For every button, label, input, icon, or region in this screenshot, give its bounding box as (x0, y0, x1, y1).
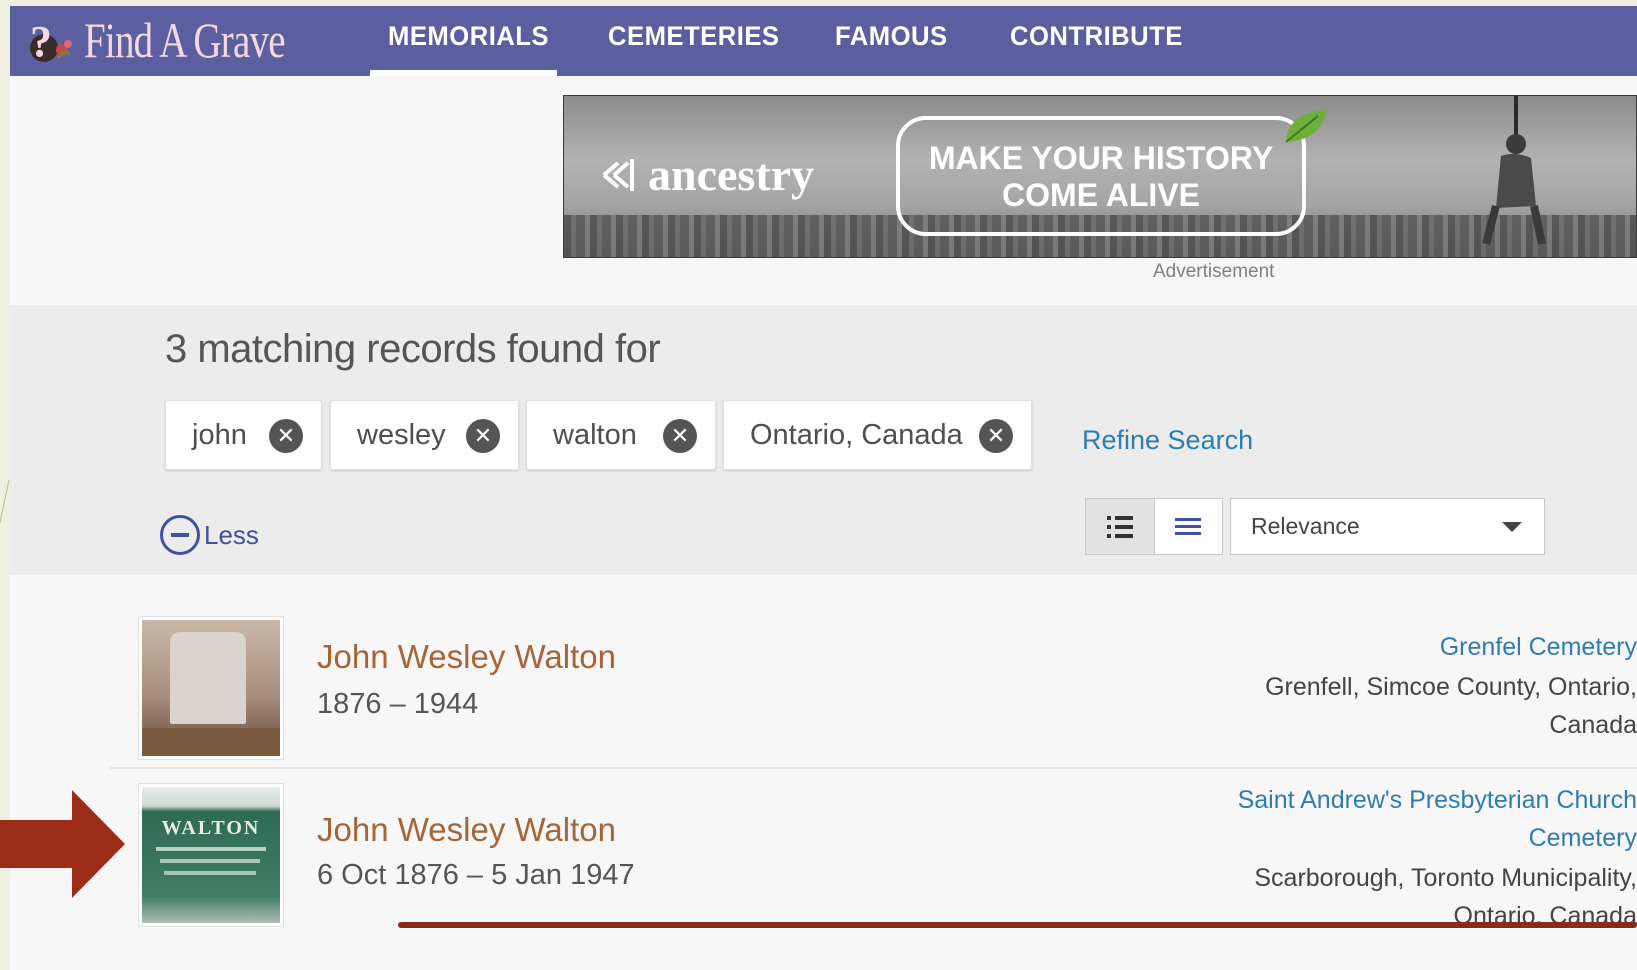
question-mark-logo-icon: ? (30, 17, 72, 66)
chip-label: Ontario, Canada (750, 418, 963, 451)
result-divider (110, 767, 1637, 769)
nav-famous[interactable]: FAMOUS (835, 6, 948, 76)
logo-wordmark: Find A Grave (84, 12, 286, 68)
headstone-photo: WALTON (142, 787, 280, 923)
headstone-inscription: WALTON (161, 817, 261, 839)
ad-caption: Advertisement (1153, 261, 1275, 282)
find-a-grave-logo[interactable]: ? Find A Grave (24, 8, 341, 72)
cemetery-link[interactable]: Grenfel Cemetery (1440, 628, 1637, 666)
less-toggle[interactable]: Less (160, 515, 259, 555)
memorial-name-link[interactable]: John Wesley Walton (317, 811, 616, 849)
browser-screenshot: ? Find A Grave MEMORIALS CEMETERIES FAMO… (10, 6, 1637, 970)
cemetery-location-line2: Ontario, Canada (1453, 902, 1637, 930)
remove-chip-icon[interactable]: ✕ (663, 419, 697, 453)
compact-list-icon (1175, 517, 1202, 535)
ancestry-wordmark: ancestry (648, 149, 815, 200)
compact-list-view-button[interactable] (1155, 499, 1223, 554)
chip-label: john (192, 418, 247, 451)
remove-chip-icon[interactable]: ✕ (466, 419, 500, 453)
headstone-photo (142, 620, 280, 756)
remove-chip-icon[interactable]: ✕ (269, 419, 303, 453)
ad-headline-box: MAKE YOUR HISTORY COME ALIVE (896, 116, 1306, 236)
cemetery-link-line2[interactable]: Cemetery (1529, 819, 1637, 857)
remove-chip-icon[interactable]: ✕ (979, 419, 1013, 453)
ad-headline-line2: COME ALIVE (1002, 177, 1200, 213)
ancestry-advertisement[interactable]: ancestry MAKE YOUR HISTORY COME ALIVE (563, 95, 1637, 258)
minus-circle-icon (160, 515, 200, 555)
active-nav-indicator (370, 70, 557, 76)
search-summary-panel: 3 matching records found for john ✕ wesl… (10, 305, 1637, 575)
underline-annotation (398, 922, 1637, 928)
memorial-name-link[interactable]: John Wesley Walton (317, 638, 616, 676)
svg-text:?: ? (30, 17, 52, 66)
nav-cemeteries[interactable]: CEMETERIES (608, 6, 780, 76)
cemetery-location-line2: Canada (1549, 711, 1637, 739)
sort-selected-value: Relevance (1251, 513, 1360, 539)
cemetery-location-line1: Grenfell, Simcoe County, Ontario, (1265, 673, 1637, 701)
cemetery-location-line1: Scarborough, Toronto Municipality, (1254, 864, 1637, 892)
ad-headline-line1: MAKE YOUR HISTORY (928, 140, 1274, 176)
ancestry-logo: ancestry (600, 148, 814, 201)
memorial-photo-thumbnail[interactable] (138, 616, 284, 760)
view-mode-toggle (1085, 498, 1223, 555)
sort-dropdown[interactable]: Relevance (1230, 498, 1545, 555)
result-row[interactable]: John Wesley Walton 1876 – 1944 Grenfel C… (110, 616, 1637, 766)
green-leaf-icon (1285, 110, 1326, 143)
filter-chip-john: john ✕ (165, 400, 322, 470)
cemetery-link-line1[interactable]: Saint Andrew's Presbyterian Church (1238, 781, 1637, 819)
ancestry-leaf-icon (602, 158, 634, 191)
chevron-down-icon (1502, 522, 1522, 532)
chip-label: walton (553, 418, 637, 451)
pointer-arrow-annotation (0, 790, 125, 898)
memorial-dates: 6 Oct 1876 – 5 Jan 1947 (317, 859, 635, 891)
bulleted-list-icon (1106, 515, 1133, 538)
detailed-list-view-button[interactable] (1086, 499, 1155, 554)
ad-figure-image (1482, 96, 1546, 246)
memorial-photo-thumbnail[interactable]: WALTON (138, 783, 284, 927)
result-row[interactable]: WALTON John Wesley Walton 6 Oct 1876 – 5… (110, 781, 1637, 970)
less-label: Less (204, 519, 259, 550)
filter-chip-wesley: wesley ✕ (330, 400, 519, 470)
refine-search-link[interactable]: Refine Search (1082, 425, 1253, 456)
memorial-dates: 1876 – 1944 (317, 688, 479, 720)
nav-contribute[interactable]: CONTRIBUTE (1010, 6, 1183, 76)
top-navigation: ? Find A Grave MEMORIALS CEMETERIES FAMO… (10, 6, 1637, 76)
filter-chip-walton: walton ✕ (526, 400, 716, 470)
chip-label: wesley (357, 418, 446, 451)
results-count-heading: 3 matching records found for (165, 327, 661, 371)
nav-memorials[interactable]: MEMORIALS (388, 6, 549, 76)
filter-chip-location: Ontario, Canada ✕ (723, 400, 1032, 470)
